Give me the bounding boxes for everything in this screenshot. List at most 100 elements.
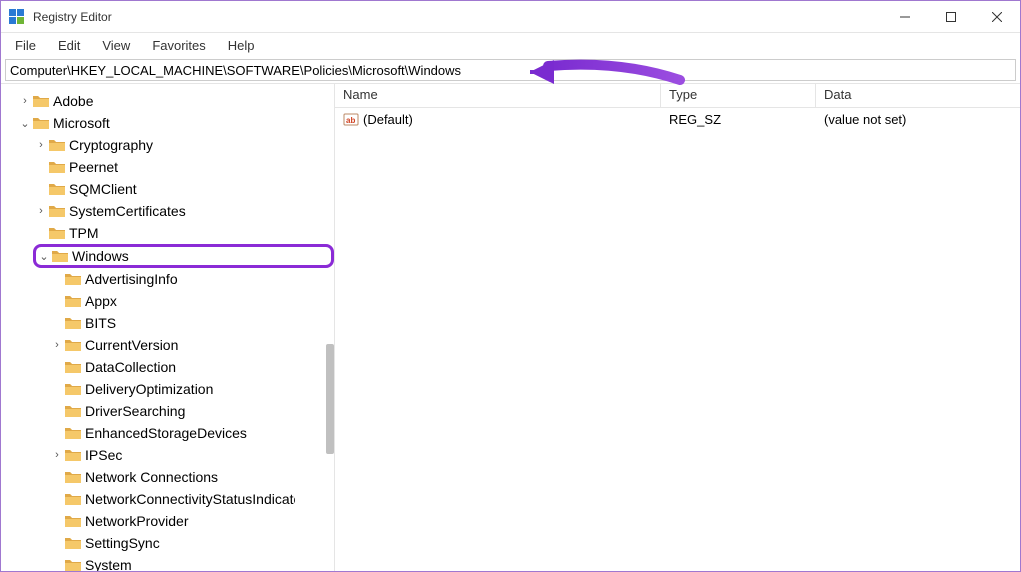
tree-label: DeliveryOptimization: [85, 381, 213, 397]
tree-item-settingsync[interactable]: SettingSync: [1, 532, 334, 554]
menu-edit[interactable]: Edit: [48, 36, 90, 55]
minimize-button[interactable]: [882, 1, 928, 33]
value-type: REG_SZ: [661, 112, 816, 127]
window-controls: [882, 1, 1020, 33]
list-row[interactable]: ab (Default) REG_SZ (value not set): [335, 108, 1020, 130]
tree-label: DriverSearching: [85, 403, 185, 419]
tree-item-cryptography[interactable]: › Cryptography: [1, 134, 334, 156]
tree-label: Cryptography: [69, 137, 153, 153]
tree-label: Microsoft: [53, 115, 110, 131]
value-data: (value not set): [816, 112, 1020, 127]
svg-text:ab: ab: [346, 116, 355, 125]
folder-icon: [49, 182, 65, 196]
tree-label: SQMClient: [69, 181, 137, 197]
column-header-data[interactable]: Data: [816, 84, 1020, 107]
tree-item-windows-selected[interactable]: ⌄ Windows: [33, 244, 334, 268]
tree-item-sqmclient[interactable]: SQMClient: [1, 178, 334, 200]
tree-item-adobe[interactable]: › Adobe: [1, 90, 334, 112]
close-button[interactable]: [974, 1, 1020, 33]
chevron-right-icon[interactable]: ›: [49, 339, 65, 351]
window-title: Registry Editor: [33, 10, 112, 24]
tree-label: IPSec: [85, 447, 122, 463]
tree-label: DataCollection: [85, 359, 176, 375]
chevron-right-icon[interactable]: ›: [33, 205, 49, 217]
tree-label: Windows: [72, 248, 129, 264]
tree-item-networkprovider[interactable]: NetworkProvider: [1, 510, 334, 532]
list-header: Name Type Data: [335, 84, 1020, 108]
tree-item-tpm[interactable]: TPM: [1, 222, 334, 244]
column-header-type[interactable]: Type: [661, 84, 816, 107]
chevron-down-icon[interactable]: ⌄: [36, 250, 52, 263]
tree-label: Network Connections: [85, 469, 218, 485]
tree-item-networkconnections[interactable]: Network Connections: [1, 466, 334, 488]
tree-label: BITS: [85, 315, 116, 331]
titlebar: Registry Editor: [1, 1, 1020, 33]
tree-label: SettingSync: [85, 535, 160, 551]
folder-icon: [65, 514, 81, 528]
folder-icon: [33, 94, 49, 108]
tree-item-enhancedstoragedevices[interactable]: EnhancedStorageDevices: [1, 422, 334, 444]
tree-item-bits[interactable]: BITS: [1, 312, 334, 334]
maximize-button[interactable]: [928, 1, 974, 33]
menu-help[interactable]: Help: [218, 36, 265, 55]
tree-item-systemcertificates[interactable]: › SystemCertificates: [1, 200, 334, 222]
menu-favorites[interactable]: Favorites: [142, 36, 215, 55]
folder-icon: [65, 338, 81, 352]
tree-label: CurrentVersion: [85, 337, 178, 353]
tree-label: EnhancedStorageDevices: [85, 425, 247, 441]
menu-view[interactable]: View: [92, 36, 140, 55]
tree-label: NetworkConnectivityStatusIndicator: [85, 491, 295, 507]
folder-icon: [65, 360, 81, 374]
folder-icon: [65, 492, 81, 506]
folder-icon: [65, 272, 81, 286]
address-text: Computer\HKEY_LOCAL_MACHINE\SOFTWARE\Pol…: [10, 63, 461, 78]
folder-icon: [65, 382, 81, 396]
tree-item-peernet[interactable]: Peernet: [1, 156, 334, 178]
tree-label: SystemCertificates: [69, 203, 186, 219]
tree-item-microsoft[interactable]: ⌄ Microsoft: [1, 112, 334, 134]
tree-item-deliveryoptimization[interactable]: DeliveryOptimization: [1, 378, 334, 400]
tree-label: Adobe: [53, 93, 93, 109]
folder-icon: [65, 316, 81, 330]
menu-file[interactable]: File: [5, 36, 46, 55]
tree-item-datacollection[interactable]: DataCollection: [1, 356, 334, 378]
menubar: File Edit View Favorites Help: [1, 33, 1020, 57]
tree-label: AdvertisingInfo: [85, 271, 178, 287]
chevron-right-icon[interactable]: ›: [33, 139, 49, 151]
tree-item-appx[interactable]: Appx: [1, 290, 334, 312]
tree-label: NetworkProvider: [85, 513, 188, 529]
value-name: (Default): [363, 112, 413, 127]
tree-item-advertisinginfo[interactable]: AdvertisingInfo: [1, 268, 334, 290]
tree-label: System: [85, 557, 132, 571]
tree-pane[interactable]: › Adobe ⌄ Microsoft › Cryptography Peern…: [1, 84, 335, 571]
folder-icon: [65, 536, 81, 550]
chevron-right-icon[interactable]: ›: [49, 449, 65, 461]
tree-scrollbar[interactable]: [326, 344, 334, 454]
folder-icon: [65, 404, 81, 418]
app-icon: [9, 9, 25, 25]
folder-icon: [49, 138, 65, 152]
folder-icon: [65, 448, 81, 462]
tree-label: TPM: [69, 225, 99, 241]
tree-item-driversearching[interactable]: DriverSearching: [1, 400, 334, 422]
folder-icon: [49, 204, 65, 218]
string-value-icon: ab: [343, 111, 359, 127]
folder-icon: [65, 470, 81, 484]
chevron-right-icon[interactable]: ›: [17, 95, 33, 107]
tree-label: Peernet: [69, 159, 118, 175]
tree-item-currentversion[interactable]: › CurrentVersion: [1, 334, 334, 356]
chevron-down-icon[interactable]: ⌄: [17, 117, 33, 130]
column-header-name[interactable]: Name: [335, 84, 661, 107]
tree-label: Appx: [85, 293, 117, 309]
folder-icon: [49, 226, 65, 240]
address-bar[interactable]: Computer\HKEY_LOCAL_MACHINE\SOFTWARE\Pol…: [5, 59, 1016, 81]
folder-icon: [65, 558, 81, 571]
folder-icon: [52, 249, 68, 263]
tree-item-system[interactable]: System: [1, 554, 334, 571]
tree-item-ipsec[interactable]: › IPSec: [1, 444, 334, 466]
folder-icon: [49, 160, 65, 174]
tree-item-networkconnectivitystatusindicator[interactable]: NetworkConnectivityStatusIndicator: [1, 488, 334, 510]
folder-icon: [65, 426, 81, 440]
list-pane: Name Type Data ab (Default) REG_SZ (valu…: [335, 84, 1020, 571]
folder-icon: [33, 116, 49, 130]
